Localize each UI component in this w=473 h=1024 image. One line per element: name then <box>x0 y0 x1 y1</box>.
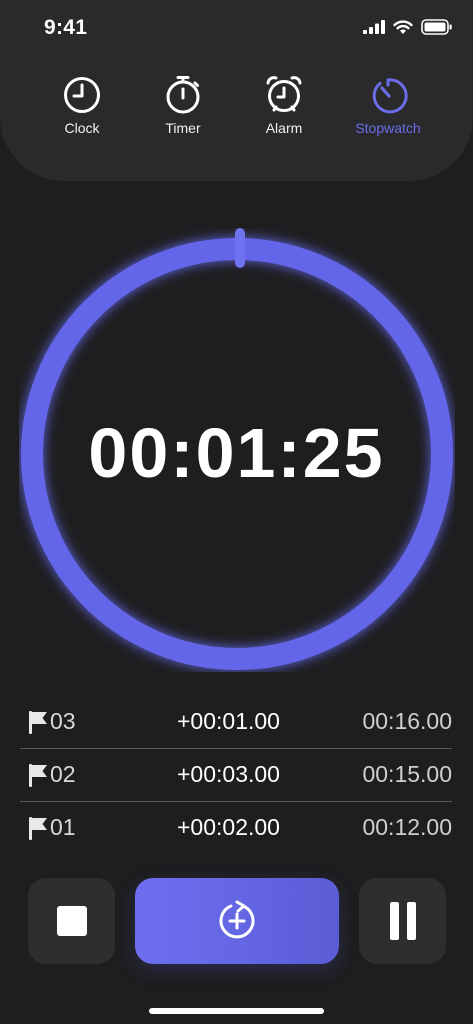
lap-split: +00:03.00 <box>177 761 280 787</box>
tab-label: Stopwatch <box>355 120 421 136</box>
lap-number: 02 <box>50 761 76 787</box>
tab-timer[interactable]: Timer <box>133 74 233 136</box>
lap-number: 03 <box>50 708 76 734</box>
battery-icon <box>421 19 453 40</box>
stopwatch-icon <box>338 74 438 114</box>
status-bar: 9:41 <box>0 0 473 58</box>
tab-label: Timer <box>165 120 201 136</box>
stop-button[interactable] <box>28 878 115 964</box>
alarm-icon <box>234 74 334 114</box>
lap-total: 00:15.00 <box>362 761 452 787</box>
wifi-icon <box>393 19 413 40</box>
lap-split: +00:02.00 <box>177 814 280 840</box>
status-time: 9:41 <box>44 16 88 39</box>
lap-number: 01 <box>50 814 76 840</box>
home-indicator[interactable] <box>149 1008 324 1014</box>
lap-button[interactable] <box>135 878 339 964</box>
flag-icon <box>28 816 48 845</box>
flag-icon <box>28 763 48 792</box>
tab-label: Alarm <box>265 120 303 136</box>
lap-total: 00:16.00 <box>362 708 452 734</box>
tab-alarm[interactable]: Alarm <box>234 74 334 136</box>
lap-row: 03 +00:01.00 00:16.00 <box>20 696 452 749</box>
timer-icon <box>133 74 233 114</box>
tab-bar: Clock Timer Alarm Stopwatch <box>0 74 473 154</box>
lap-list: 03 +00:01.00 00:16.00 02 +00:03.00 00:15… <box>20 696 452 854</box>
lap-row: 02 +00:03.00 00:15.00 <box>20 749 452 802</box>
clock-icon <box>32 74 132 114</box>
cellular-signal-icon <box>363 20 385 39</box>
flag-icon <box>28 710 48 739</box>
lap-split: +00:01.00 <box>177 708 280 734</box>
dial-marker <box>235 228 245 268</box>
lap-total: 00:12.00 <box>362 814 452 840</box>
tab-clock[interactable]: Clock <box>32 74 132 136</box>
lap-row: 01 +00:02.00 00:12.00 <box>20 802 452 854</box>
top-panel: 9:41 Clock Timer Alarm Stopwatch <box>0 0 473 181</box>
pause-button[interactable] <box>359 878 446 964</box>
stopwatch-time: 00:01:25 <box>88 414 385 492</box>
tab-stopwatch[interactable]: Stopwatch <box>338 74 438 136</box>
status-icons <box>363 19 453 40</box>
tab-label: Clock <box>64 120 100 136</box>
